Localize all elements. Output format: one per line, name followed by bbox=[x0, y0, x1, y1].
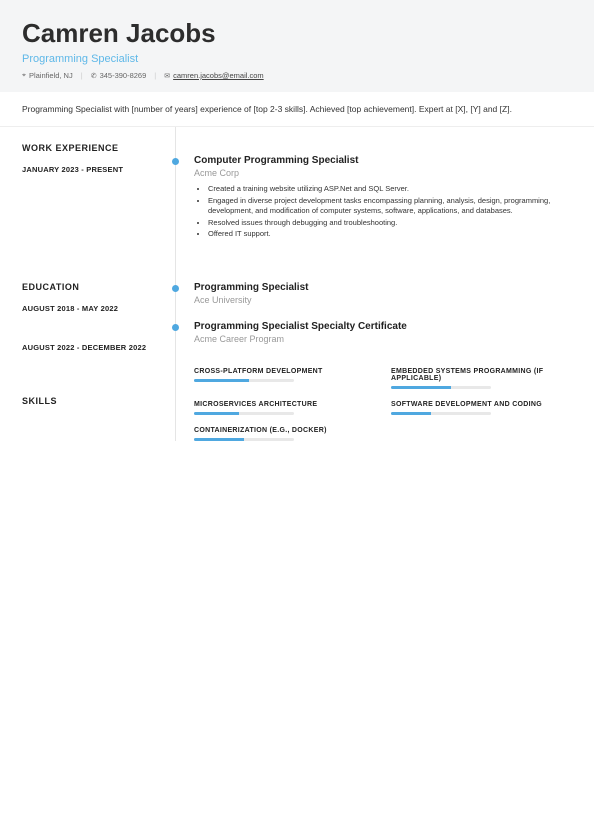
skill-fill bbox=[194, 412, 239, 415]
email: ✉ camren.jacobs@email.com bbox=[164, 71, 263, 80]
bullet: Engaged in diverse project development t… bbox=[208, 196, 572, 217]
skill-item: MICROSERVICES ARCHITECTURE bbox=[194, 401, 375, 415]
bullet: Offered IT support. bbox=[208, 229, 572, 240]
mail-icon: ✉ bbox=[164, 72, 170, 80]
phone: ✆ 345-390-8269 bbox=[91, 71, 147, 80]
education-entry: Programming Specialist Specialty Certifi… bbox=[194, 321, 572, 344]
skill-item: CROSS-PLATFORM DEVELOPMENT bbox=[194, 368, 375, 389]
skill-bar bbox=[194, 379, 294, 382]
location: ⌖ Plainfield, NJ bbox=[22, 71, 73, 80]
right-column: Computer Programming Specialist Acme Cor… bbox=[175, 127, 594, 441]
edu-title-1: Programming Specialist Specialty Certifi… bbox=[194, 321, 572, 332]
skill-fill bbox=[194, 438, 244, 441]
work-heading: WORK EXPERIENCE bbox=[22, 143, 175, 153]
skill-bar bbox=[194, 438, 294, 441]
divider: | bbox=[81, 71, 83, 80]
skill-fill bbox=[194, 379, 249, 382]
skill-fill bbox=[391, 386, 451, 389]
work-company-0: Acme Corp bbox=[194, 168, 572, 178]
header: Camren Jacobs Programming Specialist ⌖ P… bbox=[0, 0, 594, 92]
edu-school-1: Acme Career Program bbox=[194, 334, 572, 344]
work-title-0: Computer Programming Specialist bbox=[194, 155, 572, 166]
skills-heading: SKILLS bbox=[22, 396, 175, 406]
skill-item: SOFTWARE DEVELOPMENT AND CODING bbox=[391, 401, 572, 415]
contact-row: ⌖ Plainfield, NJ | ✆ 345-390-8269 | ✉ ca… bbox=[22, 71, 572, 80]
timeline-dot bbox=[172, 158, 179, 165]
skill-bar bbox=[391, 412, 491, 415]
work-entry: Computer Programming Specialist Acme Cor… bbox=[194, 155, 572, 240]
skill-name: CONTAINERIZATION (E.G., DOCKER) bbox=[194, 427, 375, 434]
edu-school-0: Ace University bbox=[194, 295, 572, 305]
skill-name: MICROSERVICES ARCHITECTURE bbox=[194, 401, 375, 408]
candidate-name: Camren Jacobs bbox=[22, 18, 572, 49]
skill-name: SOFTWARE DEVELOPMENT AND CODING bbox=[391, 401, 572, 408]
edu-date-1: AUGUST 2022 - DECEMBER 2022 bbox=[22, 343, 175, 352]
email-link[interactable]: camren.jacobs@email.com bbox=[173, 71, 264, 80]
education-entry: Programming Specialist Ace University bbox=[194, 282, 572, 305]
resume-page: Camren Jacobs Programming Specialist ⌖ P… bbox=[0, 0, 594, 838]
skill-fill bbox=[391, 412, 431, 415]
phone-icon: ✆ bbox=[91, 72, 97, 80]
edu-title-0: Programming Specialist bbox=[194, 282, 572, 293]
skill-item: EMBEDDED SYSTEMS PROGRAMMING (IF APPLICA… bbox=[391, 368, 572, 389]
skill-name: CROSS-PLATFORM DEVELOPMENT bbox=[194, 368, 375, 375]
bullet: Resolved issues through debugging and tr… bbox=[208, 218, 572, 229]
timeline-dot bbox=[172, 285, 179, 292]
location-text: Plainfield, NJ bbox=[29, 71, 73, 80]
left-column: WORK EXPERIENCE JANUARY 2023 - PRESENT E… bbox=[0, 127, 175, 441]
work-date-0: JANUARY 2023 - PRESENT bbox=[22, 165, 175, 174]
skill-bar bbox=[194, 412, 294, 415]
phone-text: 345-390-8269 bbox=[100, 71, 147, 80]
skill-bar bbox=[391, 386, 491, 389]
content: WORK EXPERIENCE JANUARY 2023 - PRESENT E… bbox=[0, 127, 594, 441]
divider: | bbox=[154, 71, 156, 80]
edu-date-0: AUGUST 2018 - MAY 2022 bbox=[22, 304, 175, 313]
summary: Programming Specialist with [number of y… bbox=[0, 92, 594, 127]
work-bullets-0: Created a training website utilizing ASP… bbox=[194, 184, 572, 240]
candidate-title: Programming Specialist bbox=[22, 53, 572, 65]
bullet: Created a training website utilizing ASP… bbox=[208, 184, 572, 195]
pin-icon: ⌖ bbox=[22, 72, 26, 80]
skill-name: EMBEDDED SYSTEMS PROGRAMMING (IF APPLICA… bbox=[391, 368, 572, 382]
timeline-dot bbox=[172, 324, 179, 331]
skills-grid: CROSS-PLATFORM DEVELOPMENT EMBEDDED SYST… bbox=[194, 368, 572, 441]
education-heading: EDUCATION bbox=[22, 282, 175, 292]
skill-item: CONTAINERIZATION (E.G., DOCKER) bbox=[194, 427, 375, 441]
